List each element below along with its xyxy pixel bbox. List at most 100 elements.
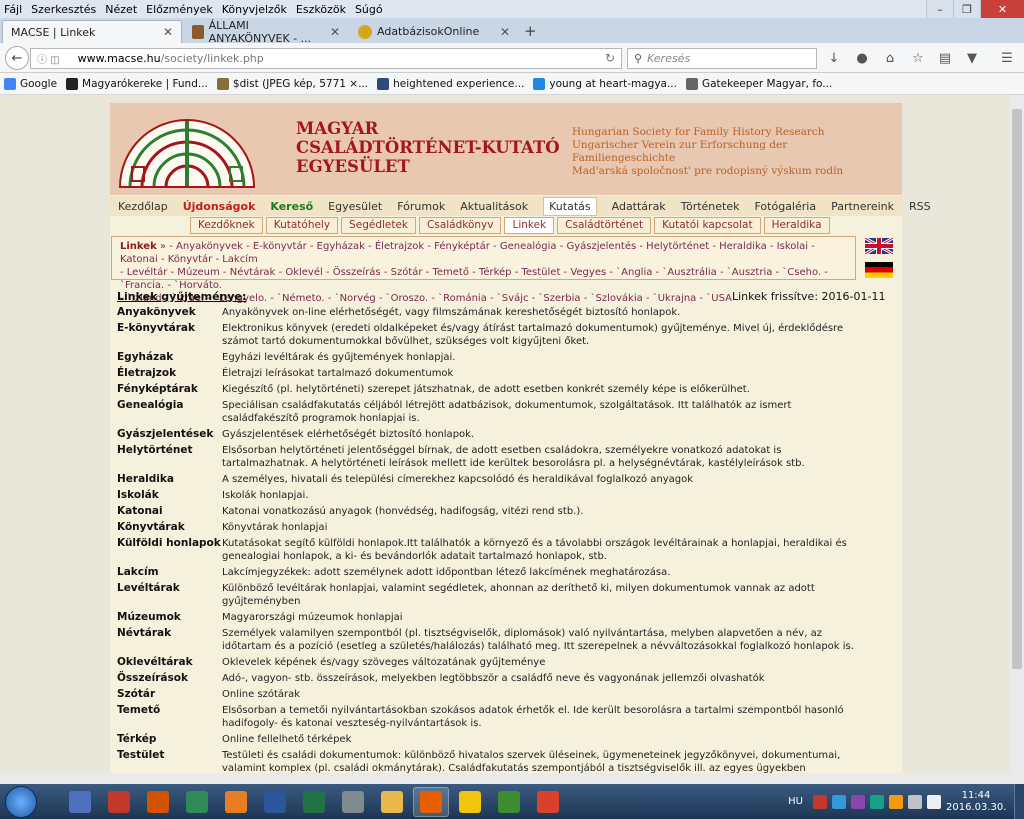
volume-icon[interactable] bbox=[927, 794, 941, 809]
taskbar-app-button[interactable] bbox=[374, 787, 410, 817]
taskbar-app-button[interactable] bbox=[257, 787, 293, 817]
menu-item[interactable]: Eszközök bbox=[296, 3, 346, 16]
menu-item[interactable]: Fájl bbox=[4, 3, 22, 16]
category-term[interactable]: Heraldika bbox=[117, 473, 222, 486]
reload-icon[interactable]: ↻ bbox=[605, 51, 615, 65]
category-term[interactable]: Genealógia bbox=[117, 399, 222, 425]
category-term[interactable]: Múzeumok bbox=[117, 611, 222, 624]
clock[interactable]: 11:44 2016.03.30. bbox=[946, 790, 1006, 814]
menu-item[interactable]: Előzmények bbox=[146, 3, 213, 16]
show-desktop-button[interactable] bbox=[1014, 784, 1024, 819]
category-term[interactable]: E-könyvtárak bbox=[117, 322, 222, 348]
sub-nav-item[interactable]: Családtörténet bbox=[557, 217, 652, 234]
category-term[interactable]: Oklevéltárak bbox=[117, 656, 222, 669]
taskbar-app-button[interactable] bbox=[140, 787, 176, 817]
url-bar[interactable]: ⓘ ◫ www.macse.hu/society/linkek.php ↻ bbox=[30, 48, 622, 69]
sub-nav-item[interactable]: Segédletek bbox=[341, 217, 417, 234]
tab-allami-anyakonyvek[interactable]: ÁLLAMI ANYAKÖNYVEK - ... ✕ bbox=[184, 19, 348, 45]
taskbar-app-button[interactable] bbox=[335, 787, 371, 817]
bookmark-item[interactable]: Gatekeeper Magyar, fo... bbox=[685, 77, 832, 90]
main-nav-item[interactable]: Újdonságok bbox=[183, 198, 256, 215]
main-nav-item[interactable]: Kutatás bbox=[543, 196, 597, 216]
bookmark-item[interactable]: $dist (JPEG kép, 5771 ×... bbox=[216, 77, 368, 90]
main-nav-item[interactable]: Adattárak bbox=[612, 198, 666, 215]
back-button[interactable]: ← bbox=[5, 46, 29, 70]
app-tray-icon[interactable] bbox=[870, 794, 884, 809]
main-nav-item[interactable]: Partnereink bbox=[831, 198, 894, 215]
home-icon[interactable]: ⌂ bbox=[881, 49, 899, 67]
taskbar-app-button[interactable] bbox=[62, 787, 98, 817]
category-term[interactable]: Fényképtárak bbox=[117, 383, 222, 396]
german-flag-icon[interactable] bbox=[865, 262, 893, 278]
menu-item[interactable]: Könyvjelzők bbox=[222, 3, 287, 16]
category-term[interactable]: Könyvtárak bbox=[117, 521, 222, 534]
minimize-button[interactable]: – bbox=[926, 0, 953, 18]
bookmark-item[interactable]: Magyarókereke | Fund... bbox=[66, 77, 208, 90]
chat-icon[interactable]: ● bbox=[853, 49, 871, 67]
menu-item[interactable]: Szerkesztés bbox=[31, 3, 96, 16]
main-nav-item[interactable]: Egyesület bbox=[328, 198, 382, 215]
vertical-scrollbar[interactable] bbox=[1010, 95, 1024, 773]
scrollbar-thumb[interactable] bbox=[1012, 109, 1022, 669]
category-term[interactable]: Névtárak bbox=[117, 627, 222, 653]
menu-item[interactable]: Nézet bbox=[105, 3, 137, 16]
category-term[interactable]: Testület bbox=[117, 749, 222, 773]
horizontal-scrollbar[interactable] bbox=[0, 773, 1024, 784]
close-tab-icon[interactable]: ✕ bbox=[500, 25, 510, 39]
bookmark-item[interactable]: young at heart-magya... bbox=[533, 77, 677, 90]
hamburger-menu-icon[interactable]: ☰ bbox=[998, 49, 1016, 67]
category-term[interactable]: Lakcím bbox=[117, 566, 222, 579]
main-nav-item[interactable]: Kereső bbox=[270, 198, 313, 215]
sub-nav-item[interactable]: Kutatói kapcsolat bbox=[654, 217, 761, 234]
main-nav-item[interactable]: Történetek bbox=[681, 198, 740, 215]
sub-nav-item[interactable]: Kezdőknek bbox=[190, 217, 263, 234]
category-term[interactable]: Helytörténet bbox=[117, 444, 222, 470]
taskbar-app-button[interactable] bbox=[413, 786, 449, 817]
link-categories-line[interactable]: - Levéltár - Múzeum - Névtárak - Oklevél… bbox=[120, 266, 847, 292]
tab-macse-linkek[interactable]: MACSE | Linkek ✕ bbox=[2, 20, 182, 43]
bookmark-item[interactable]: Google bbox=[4, 77, 57, 90]
category-term[interactable]: Térkép bbox=[117, 733, 222, 746]
bookmark-item[interactable]: heightened experience... bbox=[377, 77, 524, 90]
main-nav-item[interactable]: Fórumok bbox=[397, 198, 445, 215]
network-icon[interactable] bbox=[908, 794, 922, 809]
sub-nav-item[interactable]: Kutatóhely bbox=[265, 217, 339, 234]
category-term[interactable]: Anyakönyvek bbox=[117, 306, 222, 319]
main-nav-item[interactable]: Aktualitások bbox=[460, 198, 528, 215]
taskbar-app-button[interactable] bbox=[530, 787, 566, 817]
app-tray-icon[interactable] bbox=[851, 794, 865, 809]
download-icon[interactable]: ↓ bbox=[825, 49, 843, 67]
shield-icon[interactable] bbox=[813, 794, 827, 809]
reading-list-icon[interactable]: ▤ bbox=[936, 49, 954, 67]
app-tray-icon[interactable] bbox=[889, 794, 903, 809]
tab-adatbazisok-online[interactable]: AdatbázisokOnline ✕ bbox=[350, 20, 518, 43]
category-term[interactable]: Temető bbox=[117, 704, 222, 730]
category-term[interactable]: Külföldi honlapok bbox=[117, 537, 222, 563]
close-tab-icon[interactable]: ✕ bbox=[163, 25, 173, 39]
taskbar-app-button[interactable] bbox=[491, 787, 527, 817]
sub-nav-item[interactable]: Heraldika bbox=[763, 217, 830, 234]
link-categories-head[interactable]: Linkek bbox=[120, 241, 157, 252]
taskbar-app-button[interactable] bbox=[101, 787, 137, 817]
category-term[interactable]: Katonai bbox=[117, 505, 222, 518]
language-indicator[interactable]: HU bbox=[788, 796, 803, 807]
category-term[interactable]: Szótár bbox=[117, 688, 222, 701]
main-nav-item[interactable]: Fotógaléria bbox=[755, 198, 817, 215]
sub-nav-item[interactable]: Családkönyv bbox=[419, 217, 502, 234]
taskbar-app-button[interactable] bbox=[296, 787, 332, 817]
english-flag-icon[interactable] bbox=[864, 236, 894, 256]
start-button[interactable] bbox=[5, 785, 37, 818]
close-tab-icon[interactable]: ✕ bbox=[330, 25, 340, 39]
search-input[interactable]: ⚲ Keresés bbox=[627, 48, 817, 69]
taskbar-app-button[interactable] bbox=[452, 787, 488, 817]
bookmark-star-icon[interactable]: ☆ bbox=[909, 49, 927, 67]
taskbar-app-button[interactable] bbox=[179, 787, 215, 817]
new-tab-button[interactable]: + bbox=[524, 22, 537, 40]
category-term[interactable]: Gyászjelentések bbox=[117, 428, 222, 441]
sub-nav-item[interactable]: Linkek bbox=[504, 217, 555, 234]
close-window-button[interactable]: ✕ bbox=[980, 0, 1024, 18]
category-term[interactable]: Egyházak bbox=[117, 351, 222, 364]
pocket-icon[interactable]: ▼ bbox=[963, 49, 981, 67]
category-term[interactable]: Összeírások bbox=[117, 672, 222, 685]
link-categories-line[interactable]: - Anyakönyvek - E-könyvtár - Egyházak - … bbox=[120, 241, 815, 265]
